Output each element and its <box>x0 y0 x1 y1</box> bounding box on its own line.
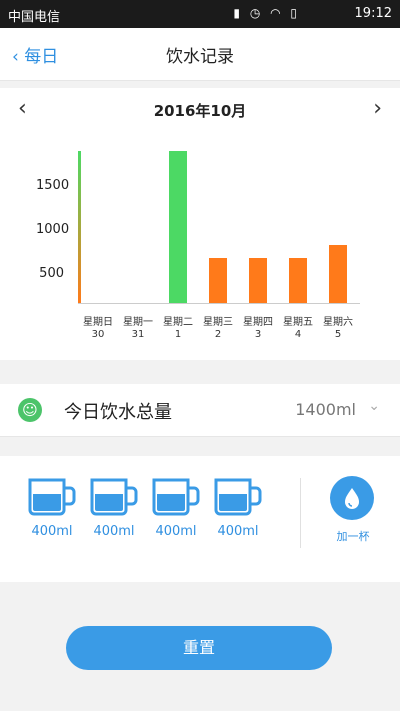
y-tick-1000: 1000 <box>36 222 70 237</box>
clock: 19:12 <box>354 6 392 21</box>
cup-1[interactable] <box>26 476 78 516</box>
x-label-5: 星期四 3 <box>238 317 278 341</box>
bar-4 <box>209 258 227 303</box>
x-label-4: 星期三 2 <box>198 317 238 341</box>
today-total-row[interactable]: ☺ 今日饮水总量 1400ml ⌄ <box>0 384 400 437</box>
status-bar: 中国电信 ▮ ◷ ◠ ▯ 19:12 <box>0 0 400 28</box>
add-cup-label: 加一杯 <box>336 530 370 543</box>
reset-button[interactable]: 重置 <box>66 626 332 670</box>
status-icons: ▮ ◷ ◠ ▯ <box>233 6 300 20</box>
chart-card: ‹ 2016年10月 › 1500 1000 500 星期日 30 星期一 31 星期二… <box>0 88 400 360</box>
x-label-6: 星期五 4 <box>278 317 318 341</box>
smile-icon: ☺ <box>18 398 42 422</box>
x-label-date: 30 <box>91 329 105 340</box>
cup-label-3: 400ml <box>155 524 197 539</box>
cup-label-1: 400ml <box>31 524 73 539</box>
cup-2[interactable] <box>88 476 140 516</box>
x-label-date: 1 <box>174 329 182 340</box>
cup-icon <box>214 478 262 516</box>
cups-row: 400ml 400ml 400ml 400ml 加一杯 <box>0 456 400 582</box>
x-axis <box>78 303 360 304</box>
x-label-date: 5 <box>334 329 342 340</box>
top-bar: ‹ 每日 饮水记录 <box>0 28 400 81</box>
y-tick-1500: 1500 <box>36 178 70 193</box>
page-title: 饮水记录 <box>166 47 234 67</box>
cup-icon <box>152 478 200 516</box>
water-drop-icon <box>345 488 359 509</box>
cup-3[interactable] <box>150 476 202 516</box>
x-label-day: 星期五 <box>283 317 313 328</box>
x-label-day: 星期六 <box>323 317 353 328</box>
month-label: 2016年10月 <box>153 102 247 120</box>
y-tick-500: 500 <box>39 266 64 281</box>
cup-label-4: 400ml <box>217 524 259 539</box>
cup-icon <box>90 478 138 516</box>
add-cup-button[interactable] <box>330 476 374 520</box>
today-total-label: 今日饮水总量 <box>64 402 172 423</box>
next-month-icon[interactable]: › <box>373 96 382 121</box>
chevron-down-icon: ⌄ <box>368 398 380 414</box>
x-label-date: 2 <box>214 329 222 340</box>
cup-label-2: 400ml <box>93 524 135 539</box>
bar-7 <box>329 245 347 303</box>
x-label-date: 4 <box>294 329 302 340</box>
cup-icon <box>28 478 76 516</box>
bar-5 <box>249 258 267 303</box>
x-label-day: 星期二 <box>163 317 193 328</box>
divider <box>300 478 301 548</box>
bar-1 <box>78 151 81 303</box>
x-label-date: 31 <box>131 329 145 340</box>
bar-3 <box>169 151 187 303</box>
bar-6 <box>289 258 307 303</box>
x-label-3: 星期二 1 <box>158 317 198 341</box>
today-total-value: 1400ml <box>295 400 356 419</box>
x-label-day: 星期一 <box>123 317 153 328</box>
carrier-name: 中国电信 <box>8 10 61 25</box>
x-label-7: 星期六 5 <box>318 317 358 341</box>
x-label-1: 星期日 30 <box>78 317 118 341</box>
x-label-2: 星期一 31 <box>118 317 158 341</box>
x-label-day: 星期四 <box>243 317 273 328</box>
x-label-day: 星期日 <box>83 317 113 328</box>
x-label-date: 3 <box>254 329 262 340</box>
cup-4[interactable] <box>212 476 264 516</box>
x-label-day: 星期三 <box>203 317 233 328</box>
